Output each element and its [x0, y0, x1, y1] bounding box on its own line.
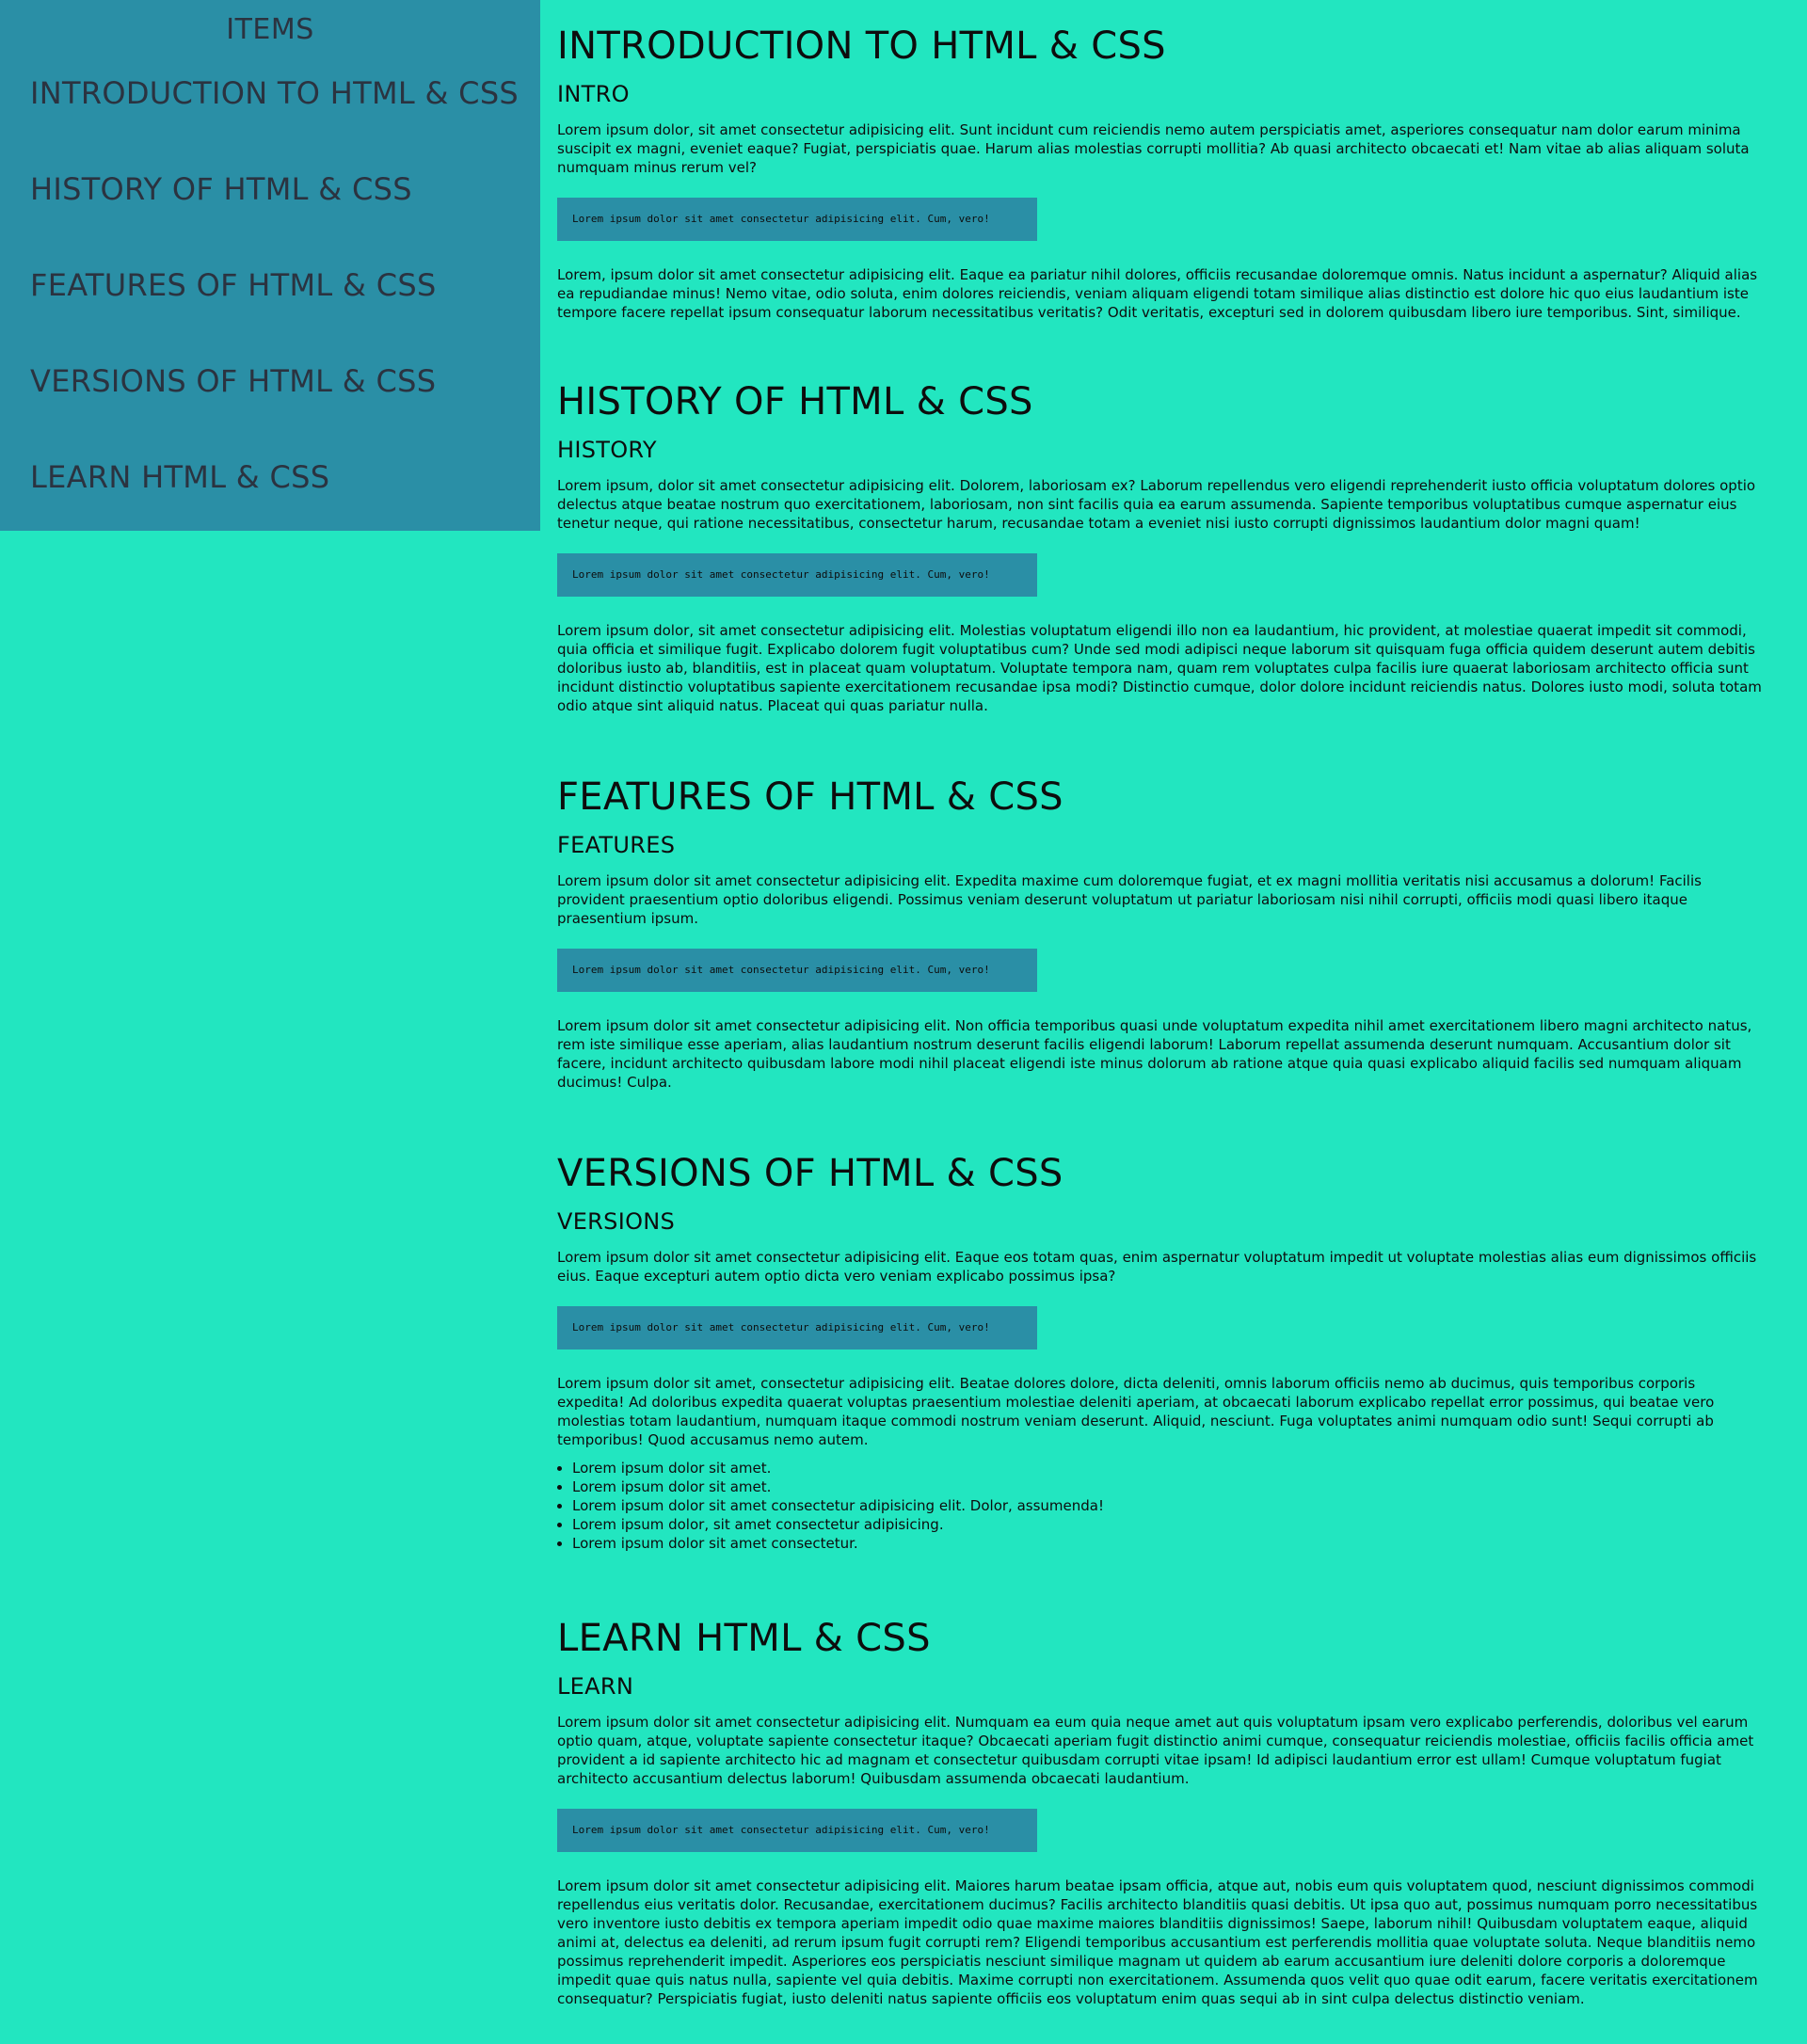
section-paragraph: Lorem, ipsum dolor sit amet consectetur … — [557, 266, 1758, 321]
section-introduction: INTRODUCTION TO HTML & CSS INTRO Lorem i… — [557, 0, 1764, 358]
code-text: Lorem ipsum dolor sit amet consectetur a… — [572, 568, 990, 581]
section-title: INTRODUCTION TO HTML & CSS — [557, 24, 1166, 68]
nav-link-features[interactable]: FEATURES OF HTML & CSS — [30, 267, 437, 303]
section-subtitle: LEARN — [557, 1673, 634, 1700]
main-document: INTRODUCTION TO HTML & CSS INTRO Lorem i… — [557, 0, 1764, 2044]
section-paragraph: Lorem ipsum dolor sit amet consectetur a… — [557, 872, 1702, 927]
section-paragraph: Lorem ipsum dolor, sit amet consectetur … — [557, 622, 1762, 714]
nav-item-learn: LEARN HTML & CSS — [0, 439, 540, 535]
section-paragraph: Lorem ipsum dolor sit amet consectetur a… — [557, 1714, 1754, 1787]
section-paragraph: Lorem ipsum dolor sit amet consectetur a… — [557, 1249, 1757, 1285]
code-block: Lorem ipsum dolor sit amet consectetur a… — [557, 1306, 1037, 1349]
list-item: Lorem ipsum dolor, sit amet consectetur … — [572, 1515, 1764, 1534]
code-block: Lorem ipsum dolor sit amet consectetur a… — [557, 949, 1037, 992]
list-item: Lorem ipsum dolor sit amet consectetur a… — [572, 1496, 1764, 1515]
bullet-list: Lorem ipsum dolor sit amet. Lorem ipsum … — [557, 1459, 1764, 1553]
nav-link-versions[interactable]: VERSIONS OF HTML & CSS — [30, 363, 436, 399]
section-features: FEATURES OF HTML & CSS FEATURES Lorem ip… — [557, 751, 1764, 1127]
nav-item-features: FEATURES OF HTML & CSS — [0, 247, 540, 343]
nav-link-introduction[interactable]: INTRODUCTION TO HTML & CSS — [30, 75, 519, 111]
code-block: Lorem ipsum dolor sit amet consectetur a… — [557, 198, 1037, 241]
code-text: Lorem ipsum dolor sit amet consectetur a… — [572, 213, 990, 225]
section-paragraph: Lorem ipsum dolor sit amet, consectetur … — [557, 1375, 1715, 1448]
section-paragraph: Lorem ipsum dolor sit amet consectetur a… — [557, 1017, 1752, 1091]
nav-list: INTRODUCTION TO HTML & CSS HISTORY OF HT… — [0, 55, 540, 535]
section-subtitle: VERSIONS — [557, 1208, 676, 1235]
section-subtitle: HISTORY — [557, 437, 657, 463]
section-history: HISTORY OF HTML & CSS HISTORY Lorem ipsu… — [557, 358, 1764, 751]
code-text: Lorem ipsum dolor sit amet consectetur a… — [572, 1824, 990, 1836]
section-title: HISTORY OF HTML & CSS — [557, 380, 1033, 423]
section-title: VERSIONS OF HTML & CSS — [557, 1152, 1063, 1195]
section-title: LEARN HTML & CSS — [557, 1617, 931, 1660]
code-block: Lorem ipsum dolor sit amet consectetur a… — [557, 1809, 1037, 1852]
nav-item-history: HISTORY OF HTML & CSS — [0, 151, 540, 247]
sidebar-nav: ITEMS INTRODUCTION TO HTML & CSS HISTORY… — [0, 0, 540, 531]
section-paragraph: Lorem ipsum, dolor sit amet consectetur … — [557, 477, 1756, 532]
section-title: FEATURES OF HTML & CSS — [557, 775, 1063, 819]
nav-link-learn[interactable]: LEARN HTML & CSS — [30, 459, 329, 495]
list-item: Lorem ipsum dolor sit amet. — [572, 1477, 1764, 1496]
code-text: Lorem ipsum dolor sit amet consectetur a… — [572, 1321, 990, 1333]
section-paragraph: Lorem ipsum dolor sit amet consectetur a… — [557, 1877, 1758, 2007]
section-paragraph: Lorem ipsum dolor, sit amet consectetur … — [557, 121, 1750, 176]
nav-item-introduction: INTRODUCTION TO HTML & CSS — [0, 55, 540, 151]
nav-link-history[interactable]: HISTORY OF HTML & CSS — [30, 171, 412, 207]
section-versions: VERSIONS OF HTML & CSS VERSIONS Lorem ip… — [557, 1127, 1764, 1592]
section-learn: LEARN HTML & CSS LEARN Lorem ipsum dolor… — [557, 1592, 1764, 2044]
list-item: Lorem ipsum dolor sit amet consectetur. — [572, 1534, 1764, 1553]
nav-header: ITEMS — [226, 13, 314, 46]
list-item: Lorem ipsum dolor sit amet. — [572, 1459, 1764, 1477]
nav-item-versions: VERSIONS OF HTML & CSS — [0, 343, 540, 439]
code-text: Lorem ipsum dolor sit amet consectetur a… — [572, 964, 990, 976]
section-subtitle: FEATURES — [557, 832, 676, 858]
code-block: Lorem ipsum dolor sit amet consectetur a… — [557, 553, 1037, 597]
section-subtitle: INTRO — [557, 81, 630, 107]
